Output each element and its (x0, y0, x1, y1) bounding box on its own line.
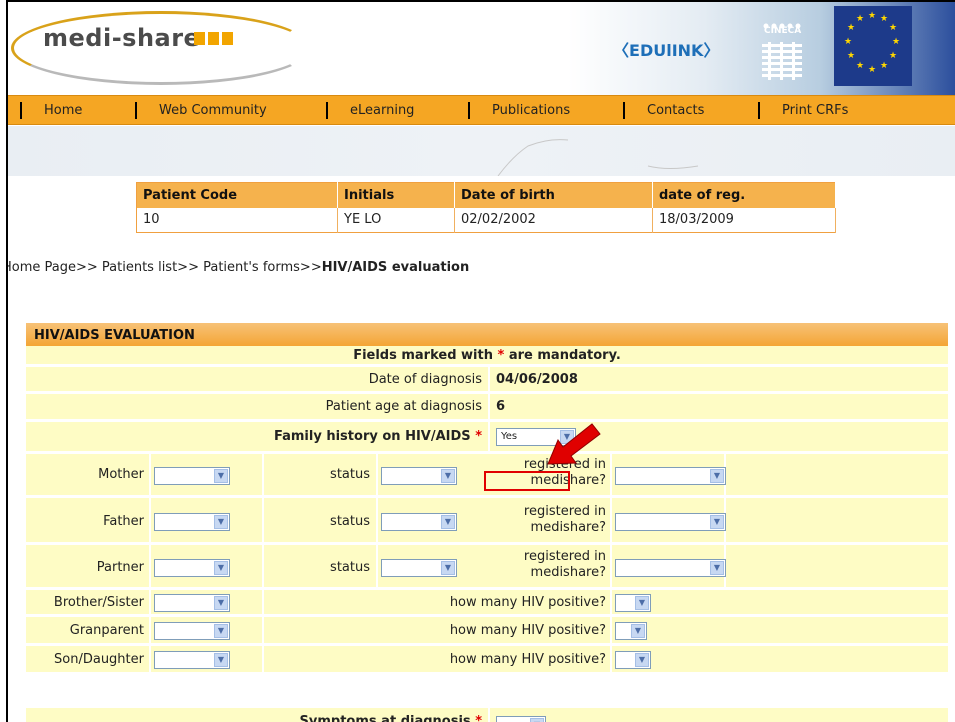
nav-print-crfs[interactable]: Print CRFs (758, 102, 848, 119)
mother-status-select[interactable]: ▼ (381, 467, 457, 485)
chevron-down-icon: ▼ (441, 469, 455, 483)
mother-select[interactable]: ▼ (154, 467, 230, 485)
patient-code-value: 10 (136, 207, 338, 233)
map-banner (8, 126, 955, 177)
diagnosis-date-label: Date of diagnosis (368, 372, 482, 387)
chevron-down-icon: ▼ (710, 515, 724, 529)
form-row-diagnosis-date: Date of diagnosis 04/06/2008 (26, 367, 948, 393)
chevron-down-icon: ▼ (214, 624, 228, 638)
son-daughter-count-label: how many HIV positive? (449, 652, 606, 667)
chevron-down-icon: ▼ (214, 515, 228, 529)
chevron-down-icon: ▼ (530, 718, 544, 722)
medishare-logo[interactable]: medi-share (43, 24, 200, 52)
father-label: Father (103, 514, 144, 529)
form-row-mandatory: Fields marked with * are mandatory. (26, 346, 948, 366)
col-date-of-reg: date of reg. (652, 182, 836, 208)
breadcrumb: Home Page>> Patients list>> Patient's fo… (8, 260, 470, 275)
age-value: 6 (496, 399, 506, 414)
cineca-text: CINECA (764, 26, 802, 36)
diagnosis-date-value: 04/06/2008 (496, 372, 578, 387)
chevron-down-icon: ▼ (214, 561, 228, 575)
chevron-down-icon: ▼ (214, 653, 228, 667)
chevron-down-icon: ▼ (635, 596, 649, 610)
mother-status-label: status (330, 467, 370, 482)
col-patient-code: Patient Code (136, 182, 338, 208)
nav-elearning[interactable]: eLearning (326, 102, 414, 119)
partner-label: Partner (96, 560, 144, 575)
chevron-down-icon: ▼ (214, 596, 228, 610)
nav-contacts[interactable]: Contacts (623, 102, 704, 119)
chevron-down-icon: ▼ (441, 561, 455, 575)
form-row-brother-sister: Brother/Sister ▼ how many HIV positive? … (26, 590, 948, 616)
brother-sister-label: Brother/Sister (53, 595, 144, 610)
mandatory-note: Fields marked with * are mandatory. (353, 348, 621, 363)
partner-registered-label: registered in medishare? (523, 549, 606, 580)
form-row-partner: Partner ▼ status ▼ registered in medishar… (26, 545, 948, 589)
form-row-grandparent: Granparent ▼ how many HIV positive? ▼ (26, 617, 948, 645)
grandparent-label: Granparent (69, 623, 144, 638)
partner-status-select[interactable]: ▼ (381, 559, 457, 577)
patient-table-header: Patient Code Initials Date of birth date… (136, 182, 836, 208)
chevron-down-icon: ▼ (710, 469, 724, 483)
patient-summary-table: Patient Code Initials Date of birth date… (136, 182, 836, 233)
partner-registered-select[interactable]: ▼ (615, 559, 726, 577)
patient-reg-value: 18/03/2009 (652, 207, 836, 233)
form-row-symptoms: Symptoms at diagnosis * ▼ (26, 708, 948, 722)
form-row-age: Patient age at diagnosis 6 (26, 394, 948, 421)
nav-publications[interactable]: Publications (468, 102, 570, 119)
chevron-down-icon: ▼ (710, 561, 724, 575)
mother-label: Mother (98, 467, 144, 482)
partner-status-label: status (330, 560, 370, 575)
eu-flag: ★ ★ ★ ★ ★ ★ ★ ★ ★ ★ ★ ★ (834, 6, 912, 86)
brother-sister-count-label: how many HIV positive? (449, 595, 606, 610)
father-status-label: status (330, 514, 370, 529)
father-registered-select[interactable]: ▼ (615, 513, 726, 531)
edulink-logo: 〈EDUlINK〉 (613, 41, 720, 60)
mother-registered-select[interactable]: ▼ (615, 467, 726, 485)
symptoms-label: Symptoms at diagnosis * (299, 714, 482, 722)
chevron-down-icon: ▼ (635, 653, 649, 667)
son-daughter-count-select[interactable]: ▼ (615, 651, 651, 669)
chevron-down-icon: ▼ (631, 624, 645, 638)
grandparent-count-select[interactable]: ▼ (615, 622, 647, 640)
son-daughter-label: Son/Daughter (54, 652, 144, 667)
main-nav: Home Web Community eLearning Publication… (8, 95, 955, 125)
col-date-of-birth: Date of birth (454, 182, 653, 208)
browser-viewport: medi-share 〈EDUlINK〉 CINECA ★ ★ ★ ★ ★ ★ ★ ★ ★ ★ ★ ★… (6, 0, 955, 722)
breadcrumb-current: HIV/AIDS evaluation (321, 260, 470, 275)
son-daughter-select[interactable]: ▼ (154, 651, 230, 669)
nav-web-community[interactable]: Web Community (135, 102, 267, 119)
brother-sister-select[interactable]: ▼ (154, 594, 230, 612)
family-history-label: Family history on HIV/AIDS * (274, 429, 482, 444)
father-select[interactable]: ▼ (154, 513, 230, 531)
patient-initials-value: YE LO (337, 207, 455, 233)
form-row-family-history: Family history on HIV/AIDS * Yes ▼ (26, 422, 948, 453)
grandparent-select[interactable]: ▼ (154, 622, 230, 640)
father-registered-label: registered in medishare? (523, 504, 606, 535)
patient-row: 10 YE LO 02/02/2002 18/03/2009 (136, 207, 836, 233)
breadcrumb-path[interactable]: Home Page>> Patients list>> Patient's fo… (8, 260, 322, 275)
logo-square (208, 32, 219, 45)
section-title: HIV/AIDS EVALUATION (26, 323, 948, 346)
site-header: medi-share 〈EDUlINK〉 CINECA ★ ★ ★ ★ ★ ★ ★ ★ ★ ★ ★ ★ (8, 2, 955, 95)
symptoms-select[interactable]: ▼ (496, 716, 546, 722)
logo-square (222, 32, 233, 45)
chevron-down-icon: ▼ (214, 469, 228, 483)
patient-dob-value: 02/02/2002 (454, 207, 653, 233)
nav-home[interactable]: Home (20, 102, 82, 119)
form-row-father: Father ▼ status ▼ registered in medishare… (26, 498, 948, 544)
map-outline (497, 139, 699, 177)
highlight-box (484, 471, 570, 491)
partner-select[interactable]: ▼ (154, 559, 230, 577)
age-label: Patient age at diagnosis (325, 399, 482, 414)
col-initials: Initials (337, 182, 455, 208)
brother-sister-count-select[interactable]: ▼ (615, 594, 651, 612)
red-arrow-icon (547, 423, 601, 465)
logo-square (194, 32, 205, 45)
father-status-select[interactable]: ▼ (381, 513, 457, 531)
grandparent-count-label: how many HIV positive? (449, 623, 606, 638)
form-row-son-daughter: Son/Daughter ▼ how many HIV positive? ▼ (26, 646, 948, 674)
chevron-down-icon: ▼ (441, 515, 455, 529)
